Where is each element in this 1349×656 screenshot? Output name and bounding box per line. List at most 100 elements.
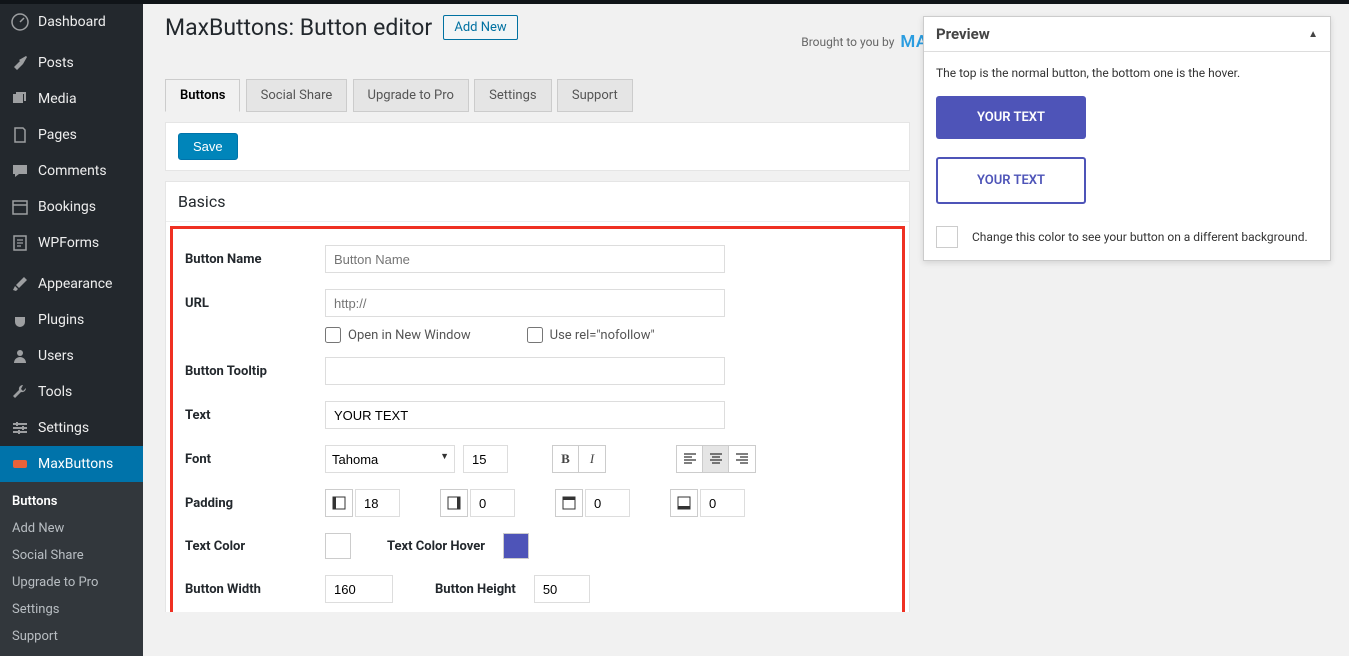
sidebar-item-appearance[interactable]: Appearance — [0, 266, 143, 302]
sidebar-item-settings[interactable]: Settings — [0, 410, 143, 446]
pad-top-input[interactable] — [585, 489, 630, 517]
page-title: MaxButtons: Button editor — [165, 14, 432, 41]
submenu-social-share[interactable]: Social Share — [0, 542, 143, 569]
sidebar-item-label: Settings — [38, 420, 89, 436]
nofollow-checkbox[interactable]: Use rel="nofollow" — [527, 327, 655, 343]
pad-bottom-icon — [670, 489, 698, 517]
sidebar-item-label: Comments — [38, 163, 107, 179]
admin-sidebar: Dashboard Posts Media Pages Comments Boo… — [0, 4, 143, 612]
tab-upgrade[interactable]: Upgrade to Pro — [353, 79, 469, 112]
sidebar-item-maxbuttons[interactable]: MaxButtons — [0, 446, 143, 482]
open-new-window-checkbox[interactable]: Open in New Window — [325, 327, 471, 343]
pad-right-icon — [440, 489, 468, 517]
pad-right-input[interactable] — [470, 489, 515, 517]
text-color-label: Text Color — [185, 539, 325, 554]
button-name-input[interactable] — [325, 245, 725, 273]
sidebar-item-tools[interactable]: Tools — [0, 374, 143, 410]
text-label: Text — [185, 408, 325, 423]
sidebar-item-bookings[interactable]: Bookings — [0, 189, 143, 225]
text-input[interactable] — [325, 401, 725, 429]
sidebar-item-label: Users — [38, 348, 74, 364]
submenu-add-new[interactable]: Add New — [0, 515, 143, 542]
preview-footer-text: Change this color to see your button on … — [972, 230, 1308, 244]
url-input[interactable] — [325, 289, 725, 317]
tab-social-share[interactable]: Social Share — [246, 79, 348, 112]
text-color-swatch[interactable] — [325, 533, 351, 559]
page-icon — [10, 125, 30, 145]
sidebar-item-pages[interactable]: Pages — [0, 117, 143, 153]
pad-bottom-input[interactable] — [700, 489, 745, 517]
pad-left-input[interactable] — [355, 489, 400, 517]
sidebar-item-label: Tools — [38, 384, 72, 400]
tab-buttons[interactable]: Buttons — [165, 79, 240, 112]
align-left-button[interactable] — [677, 446, 703, 472]
submenu-settings[interactable]: Settings — [0, 596, 143, 623]
sidebar-item-posts[interactable]: Posts — [0, 45, 143, 81]
save-bar: Save — [165, 122, 910, 171]
sidebar-item-label: WPForms — [38, 235, 99, 251]
align-right-button[interactable] — [729, 446, 755, 472]
sidebar-item-label: Pages — [38, 127, 77, 143]
sidebar-item-label: Plugins — [38, 312, 84, 328]
text-align-group — [676, 445, 756, 473]
preview-bg-swatch[interactable] — [936, 226, 958, 248]
sidebar-item-dashboard[interactable]: Dashboard — [0, 4, 143, 40]
section-heading: Basics — [166, 182, 909, 222]
sidebar-item-comments[interactable]: Comments — [0, 153, 143, 189]
submenu-upgrade[interactable]: Upgrade to Pro — [0, 569, 143, 596]
padding-label: Padding — [185, 496, 325, 511]
pad-left-icon — [325, 489, 353, 517]
add-new-button[interactable]: Add New — [443, 15, 517, 40]
user-icon — [10, 346, 30, 366]
preview-button-hover: YOUR TEXT — [936, 157, 1086, 204]
font-style-group: B I — [552, 445, 606, 473]
font-select[interactable]: Tahoma — [325, 445, 455, 473]
font-size-input[interactable] — [463, 445, 508, 473]
button-height-input[interactable] — [534, 575, 590, 603]
dashboard-icon — [10, 12, 30, 32]
submenu-buttons[interactable]: Buttons — [0, 488, 143, 515]
url-label: URL — [185, 296, 325, 311]
tooltip-input[interactable] — [325, 357, 725, 385]
pad-top-icon — [555, 489, 583, 517]
basics-section: Basics Button Name URL Open in New Windo… — [165, 181, 910, 612]
comment-icon — [10, 161, 30, 181]
calendar-icon — [10, 197, 30, 217]
brush-icon — [10, 274, 30, 294]
sidebar-item-plugins[interactable]: Plugins — [0, 302, 143, 338]
sidebar-item-label: Posts — [38, 55, 74, 71]
sidebar-item-label: Appearance — [38, 276, 112, 292]
nofollow-input[interactable] — [527, 327, 543, 343]
pin-icon — [10, 53, 30, 73]
sidebar-item-users[interactable]: Users — [0, 338, 143, 374]
text-color-hover-swatch[interactable] — [503, 533, 529, 559]
sidebar-item-label: MaxButtons — [38, 456, 113, 472]
sidebar-item-label: Bookings — [38, 199, 96, 215]
align-center-button[interactable] — [703, 446, 729, 472]
button-width-label: Button Width — [185, 582, 325, 597]
gear-icon — [10, 418, 30, 438]
preview-toggle-icon[interactable]: ▲ — [1308, 29, 1318, 40]
maxbuttons-submenu: Buttons Add New Social Share Upgrade to … — [0, 482, 143, 656]
button-width-input[interactable] — [325, 575, 393, 603]
form-icon — [10, 233, 30, 253]
text-color-hover-label: Text Color Hover — [387, 539, 485, 554]
preview-title: Preview — [936, 25, 990, 43]
preview-button-normal: YOUR TEXT — [936, 96, 1086, 139]
submenu-support[interactable]: Support — [0, 623, 143, 650]
italic-button[interactable]: I — [579, 446, 605, 472]
bold-button[interactable]: B — [553, 446, 579, 472]
maxbuttons-icon — [10, 454, 30, 474]
brought-label: Brought to you by — [801, 35, 894, 49]
open-new-window-input[interactable] — [325, 327, 341, 343]
tab-settings[interactable]: Settings — [474, 79, 551, 112]
button-name-label: Button Name — [185, 252, 325, 267]
save-button[interactable]: Save — [178, 133, 238, 160]
button-height-label: Button Height — [435, 582, 516, 597]
tab-support[interactable]: Support — [557, 79, 633, 112]
sidebar-item-media[interactable]: Media — [0, 81, 143, 117]
plug-icon — [10, 310, 30, 330]
preview-hint: The top is the normal button, the bottom… — [936, 66, 1318, 80]
sidebar-item-wpforms[interactable]: WPForms — [0, 225, 143, 261]
tooltip-label: Button Tooltip — [185, 364, 325, 379]
